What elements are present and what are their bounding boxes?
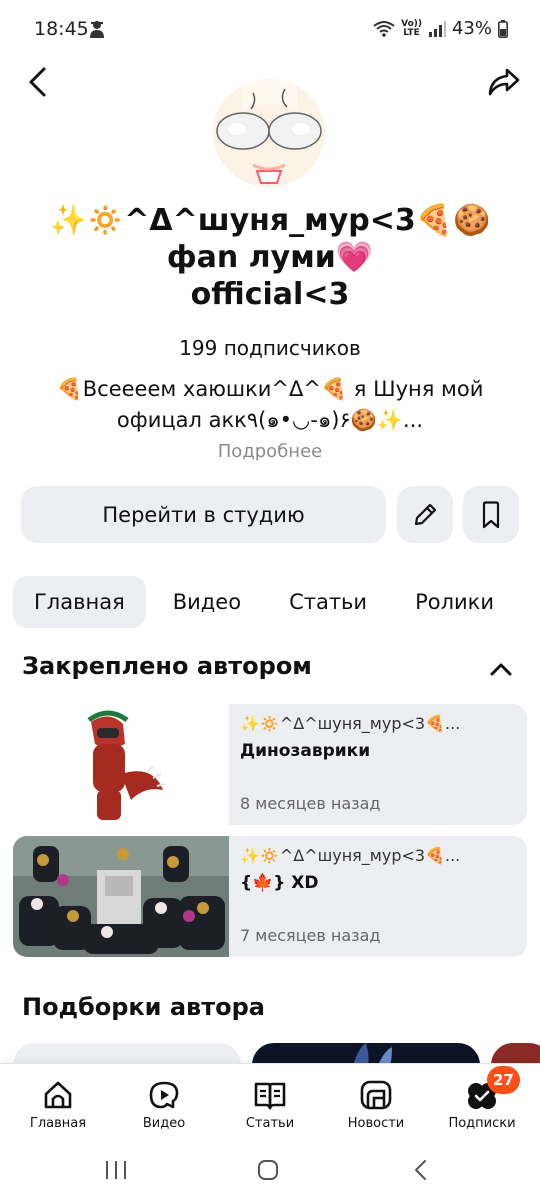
nav-label: Статьи: [245, 1116, 295, 1131]
pinned-video-card[interactable]: ✨🔅^Δ^шуня_мур<3🍕... {🍁} XD 7 месяцев наз…: [13, 836, 527, 957]
avatar[interactable]: [213, 79, 325, 187]
system-navigation-bar: [0, 1143, 540, 1200]
home-system-button[interactable]: [248, 1155, 288, 1185]
profile-name: ✨🔅^Δ^шуня_мур<3🍕🍪 фаn луми💗 official<3: [49, 203, 491, 312]
nav-label: Новости: [347, 1116, 405, 1131]
nav-label: Главная: [29, 1116, 87, 1131]
go-to-studio-button[interactable]: Перейти в студию: [21, 486, 386, 543]
card-title: Динозаврики: [240, 741, 371, 761]
pinned-section-title: Закреплено автором: [22, 652, 312, 680]
card-author: ✨🔅^Δ^шуня_мур<3🍕...: [240, 714, 461, 733]
wifi-icon: [373, 20, 395, 38]
bookmark-button[interactable]: [463, 486, 519, 543]
tab-articles[interactable]: Статьи: [268, 576, 388, 628]
tab-shorts[interactable]: Ролики: [394, 576, 515, 628]
tab-videos[interactable]: Видео: [152, 576, 262, 628]
more-link[interactable]: Подробнее: [0, 441, 540, 462]
chevron-up-icon[interactable]: [488, 656, 514, 682]
collections-section-title: Подборки автора: [22, 993, 265, 1021]
volte-line2: LTE: [403, 27, 420, 38]
volte-indicator: Vo)) LTE: [401, 19, 422, 38]
status-bar: 18:45 Vo)) LTE 43%: [0, 0, 540, 60]
home-icon: [41, 1078, 75, 1112]
pencil-icon: [414, 503, 437, 525]
card-title: {🍁} XD: [240, 873, 319, 893]
subscriber-count: 199 подписчиков: [179, 336, 361, 360]
back-button[interactable]: [18, 62, 58, 102]
tab-home[interactable]: Главная: [13, 576, 146, 628]
profile-bio: 🍕Всеееем хаюшки^Δ^🍕 я Шуня мой офицал ак…: [56, 377, 484, 432]
signal-icon: [428, 20, 446, 37]
card-date: 7 месяцев назад: [240, 926, 381, 945]
recent-apps-icon: [106, 1161, 126, 1179]
share-button[interactable]: [484, 62, 524, 102]
recent-apps-button[interactable]: [96, 1155, 136, 1185]
nav-label: Видео: [142, 1116, 186, 1131]
pinned-video-card[interactable]: ✨🔅^Δ^шуня_мур<3🍕... Динозаврики 8 месяце…: [13, 704, 527, 825]
notification-badge: 27: [487, 1066, 520, 1094]
video-thumbnail: [13, 704, 229, 825]
card-date: 8 месяцев назад: [240, 794, 381, 813]
nav-subscriptions[interactable]: Подписки: [428, 1064, 536, 1144]
share-icon: [488, 68, 520, 96]
bottom-navigation: Главная Видео Статьи Новости Подписки: [0, 1063, 540, 1143]
status-time: 18:45: [34, 18, 89, 40]
card-author: ✨🔅^Δ^шуня_мур<3🍕...: [240, 846, 461, 865]
home-circle-icon: [258, 1160, 278, 1180]
news-icon: [359, 1078, 393, 1112]
avatar-image: [213, 79, 325, 187]
incognito-icon: [88, 19, 106, 39]
battery-icon: [498, 19, 508, 38]
bookmark-icon: [482, 500, 500, 528]
video-thumbnail: [13, 836, 229, 957]
nav-articles[interactable]: Статьи: [216, 1064, 324, 1144]
articles-icon: [253, 1078, 287, 1112]
profile-tabs: Главная Видео Статьи Ролики: [13, 576, 515, 628]
back-arrow-icon: [29, 67, 46, 97]
nav-video[interactable]: Видео: [110, 1064, 218, 1144]
nav-news[interactable]: Новости: [322, 1064, 430, 1144]
edit-button[interactable]: [397, 486, 453, 543]
battery-percent: 43%: [451, 18, 492, 39]
chevron-left-icon: [415, 1160, 426, 1180]
nav-label: Подписки: [448, 1116, 516, 1131]
status-indicators: Vo)) LTE 43%: [373, 18, 508, 39]
nav-home[interactable]: Главная: [4, 1064, 112, 1144]
system-back-button[interactable]: [400, 1155, 440, 1185]
video-icon: [147, 1078, 181, 1112]
